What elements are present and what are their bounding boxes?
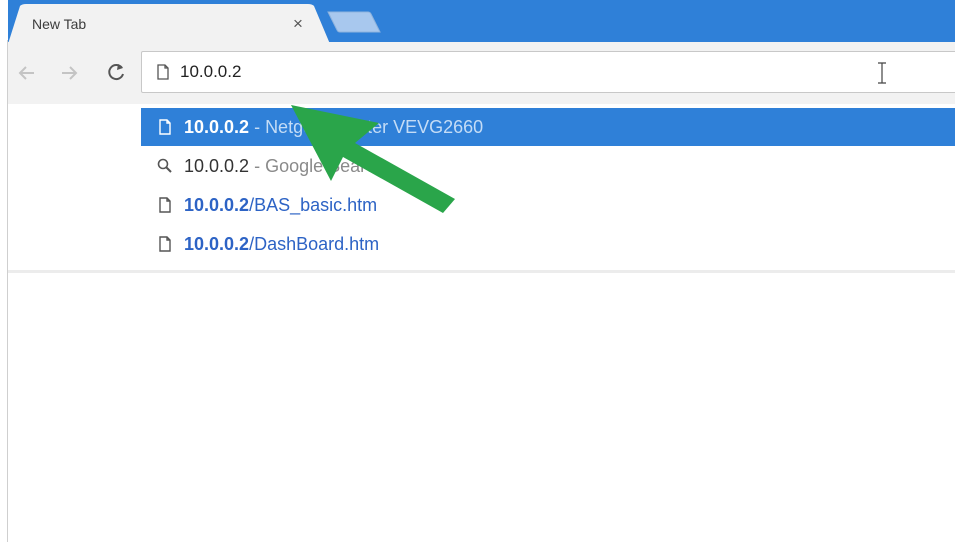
address-input[interactable] (180, 57, 880, 87)
new-tab-button[interactable] (326, 10, 382, 34)
reload-icon (108, 64, 124, 81)
omnibox-suggestions: 10.0.0.2 - Netgear Router VEVG2660 10.0.… (8, 104, 955, 270)
suggestion-description: Netgear Router VEVG2660 (265, 117, 484, 137)
tab-strip: New Tab × (8, 0, 955, 42)
tab-close-button[interactable]: × (288, 14, 308, 34)
back-arrow-icon (18, 66, 34, 80)
forward-button[interactable] (56, 60, 82, 86)
page-icon (159, 119, 171, 135)
search-icon (157, 158, 172, 173)
browser-window: New Tab × 10.0.0.2 10.0.0.2 - Netgear Ro… (8, 0, 955, 542)
window-border (7, 40, 8, 542)
suggestion-main: 10.0.0.2 (184, 117, 250, 137)
suggestion-main: 10.0.0.2 (184, 234, 250, 254)
suggestion-item[interactable]: 10.0.0.2/BAS_basic.htm (141, 186, 955, 224)
toolbar (8, 42, 955, 104)
page-icon (159, 197, 171, 213)
text-cursor-icon (878, 62, 886, 84)
suggestion-main: 10.0.0.2 (184, 195, 250, 215)
suggestion-main: 10.0.0.2 (184, 156, 250, 176)
dropdown-divider (8, 270, 955, 273)
suggestion-path: /DashBoard.htm (249, 234, 380, 254)
suggestion-description: Google Search (265, 156, 386, 176)
suggestion-item[interactable]: 10.0.0.2 - Google Search (141, 147, 955, 185)
suggestion-item[interactable]: 10.0.0.2 - Netgear Router VEVG2660 (141, 108, 955, 146)
suggestion-separator: - (249, 117, 266, 137)
suggestion-path: /BAS_basic.htm (249, 195, 378, 215)
page-icon (159, 236, 171, 252)
forward-arrow-icon (62, 66, 78, 80)
back-button[interactable] (14, 60, 40, 86)
page-icon (157, 64, 169, 80)
address-bar[interactable] (141, 51, 955, 93)
tab-title: New Tab (32, 16, 87, 32)
reload-button[interactable] (103, 60, 129, 86)
suggestion-separator: - (249, 156, 266, 176)
tab-new-tab[interactable]: New Tab × (8, 4, 330, 42)
suggestion-item[interactable]: 10.0.0.2/DashBoard.htm (141, 225, 955, 263)
